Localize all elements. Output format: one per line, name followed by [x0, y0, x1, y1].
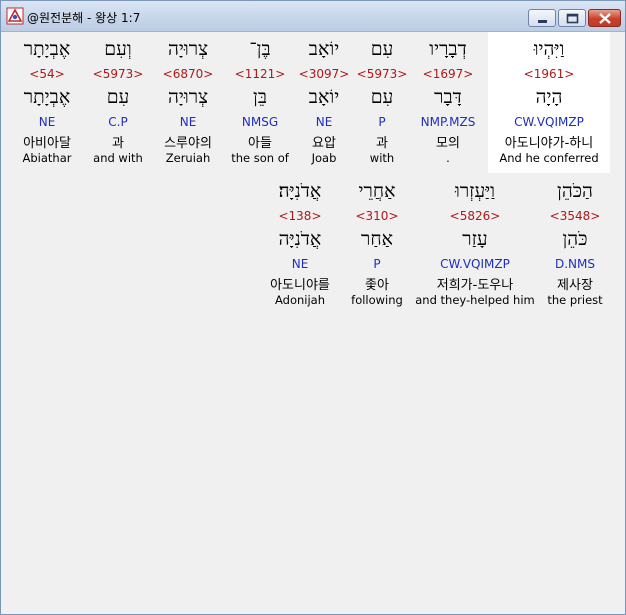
hebrew-text: וַיַּעְזְרוּ [454, 180, 496, 202]
parsing-code: P [373, 257, 381, 271]
strong-number[interactable]: <138> [258, 209, 342, 223]
strong-number[interactable]: <1697> [410, 67, 486, 81]
korean-gloss: 저희가-도우나 [436, 278, 514, 293]
parsing-code: CW.VQIMZP [514, 115, 584, 129]
english-gloss: and they-helped him [415, 293, 535, 307]
strong-number[interactable]: <6870> [156, 67, 220, 81]
close-icon [599, 13, 611, 24]
hebrew-lemma: הָיָה [535, 86, 563, 108]
strong-number[interactable]: <54> [11, 67, 83, 81]
english-gloss: the priest [547, 293, 603, 307]
strong-number[interactable]: <1961> [488, 67, 610, 81]
hebrew-lemma: עָזַר [462, 228, 488, 250]
hebrew-lemma: עִם [106, 86, 130, 108]
english-gloss: and with [93, 151, 143, 165]
word-block[interactable]: הַכֹּהֵן <3548> כֹּהֵן D.NMS 제사장 the pri… [540, 174, 610, 315]
window-title: @원전분해 - 왕상 1:7 [27, 11, 141, 25]
hebrew-text: וַיִּהְיוּ [533, 38, 565, 60]
english-gloss: Abiathar [22, 151, 72, 165]
parsing-code: NMSG [241, 115, 279, 129]
hebrew-lemma: יוֹאָב [308, 86, 340, 108]
strong-number[interactable]: <5973> [90, 67, 146, 81]
word-block[interactable]: צְרוּיָה <6870> צְרוּיָה NE 스루야의 Zeruiah [156, 32, 220, 173]
hebrew-lemma: אֶבְיָתָר [23, 86, 71, 108]
parsing-code: NE [291, 257, 309, 271]
hebrew-lemma: בֵּן [253, 86, 267, 108]
strong-number[interactable]: <3548> [540, 209, 610, 223]
word-block[interactable]: בֶּן־ <1121> בֵּן NMSG 아들 the son of [228, 32, 292, 173]
hebrew-text: וְעִם [104, 38, 132, 60]
strong-number[interactable]: <310> [346, 209, 408, 223]
hebrew-lemma: דָּבָר [434, 86, 462, 108]
korean-gloss: 모의 [436, 136, 460, 151]
korean-gloss: 과 [376, 136, 388, 151]
hebrew-text: הַכֹּהֵן [557, 180, 593, 202]
hebrew-lemma: עִם [370, 86, 394, 108]
strong-number[interactable]: <5973> [354, 67, 410, 81]
korean-gloss: 아도니야가-하니 [504, 136, 594, 151]
word-block[interactable]: אַחֲרֵי <310> אַחַר P 좇아 following [346, 174, 408, 315]
word-block[interactable]: וְעִם <5973> עִם C.P 과 and with [90, 32, 146, 173]
minimize-icon [538, 20, 547, 23]
korean-gloss: 아비아달 [23, 136, 71, 151]
minimize-button[interactable] [528, 9, 556, 27]
english-gloss: the son of [231, 151, 289, 165]
english-gloss: with [369, 151, 395, 165]
parsing-code: C.P [108, 115, 128, 129]
english-gloss: And he conferred [499, 151, 599, 165]
word-block[interactable]: אֲדֹנִיָּה׃ <138> אֲדֹנִיָּה NE 아도니야를 Ad… [258, 174, 342, 315]
english-gloss: following [351, 293, 403, 307]
word-block[interactable]: יוֹאָב <3097> יוֹאָב NE 요압 Joab [296, 32, 352, 173]
title-bar[interactable]: @원전분해 - 왕상 1:7 [1, 1, 625, 32]
hebrew-text: אֲדֹנִיָּה׃ [278, 180, 322, 202]
parsing-code: NMP.MZS [420, 115, 476, 129]
hebrew-text: אַחֲרֵי [358, 180, 396, 202]
hebrew-text: דְבָרָיו [429, 38, 467, 60]
strong-number[interactable]: <1121> [228, 67, 292, 81]
word-block[interactable]: וַיַּעְזְרוּ <5826> עָזַר CW.VQIMZP 저희가-… [414, 174, 536, 315]
hebrew-lemma: כֹּהֵן [562, 228, 588, 250]
strong-number[interactable]: <5826> [414, 209, 536, 223]
english-gloss: Joab [311, 151, 337, 165]
english-gloss: . [446, 151, 450, 165]
hebrew-text: עִם [370, 38, 394, 60]
word-block[interactable]: עִם <5973> עִם P 과 with [354, 32, 410, 173]
interlinear-panel: וַיִּהְיוּ <1961> הָיָה CW.VQIMZP 아도니야가-… [5, 32, 621, 610]
hebrew-text: יוֹאָב [308, 38, 340, 60]
hebrew-text: צְרוּיָה [167, 38, 209, 60]
korean-gloss: 요압 [312, 136, 336, 151]
english-gloss: Adonijah [274, 293, 325, 307]
hebrew-text: בֶּן־ [249, 38, 271, 60]
strong-number[interactable]: <3097> [296, 67, 352, 81]
word-block[interactable]: דְבָרָיו <1697> דָּבָר NMP.MZS 모의 . [410, 32, 486, 173]
english-gloss: Zeruiah [165, 151, 211, 165]
parsing-code: D.NMS [554, 257, 595, 271]
hebrew-text: אֶבְיָתָר [23, 38, 71, 60]
korean-gloss: 스루야의 [164, 136, 212, 151]
app-window: @원전분해 - 왕상 1:7 וַיִּהְיוּ <1961> הָיָה C… [0, 0, 626, 615]
hebrew-lemma: אַחַר [361, 228, 393, 250]
word-block[interactable]: וַיִּהְיוּ <1961> הָיָה CW.VQIMZP 아도니야가-… [488, 32, 610, 173]
word-block[interactable]: אֶבְיָתָר <54> אֶבְיָתָר NE 아비아달 Abiatha… [11, 32, 83, 173]
maximize-icon [566, 13, 579, 24]
parsing-code: NE [38, 115, 56, 129]
korean-gloss: 과 [112, 136, 124, 151]
parsing-code: CW.VQIMZP [440, 257, 510, 271]
hebrew-lemma: אֲדֹנִיָּה [278, 228, 322, 250]
parsing-code: NE [179, 115, 197, 129]
parsing-code: NE [315, 115, 333, 129]
korean-gloss: 아들 [248, 136, 272, 151]
korean-gloss: 좇아 [365, 278, 389, 293]
hebrew-lemma: צְרוּיָה [167, 86, 209, 108]
parsing-code: P [378, 115, 386, 129]
close-button[interactable] [588, 9, 621, 27]
app-logo-icon [6, 7, 24, 25]
korean-gloss: 아도니야를 [270, 278, 330, 293]
korean-gloss: 제사장 [557, 278, 593, 293]
maximize-button[interactable] [558, 9, 586, 27]
